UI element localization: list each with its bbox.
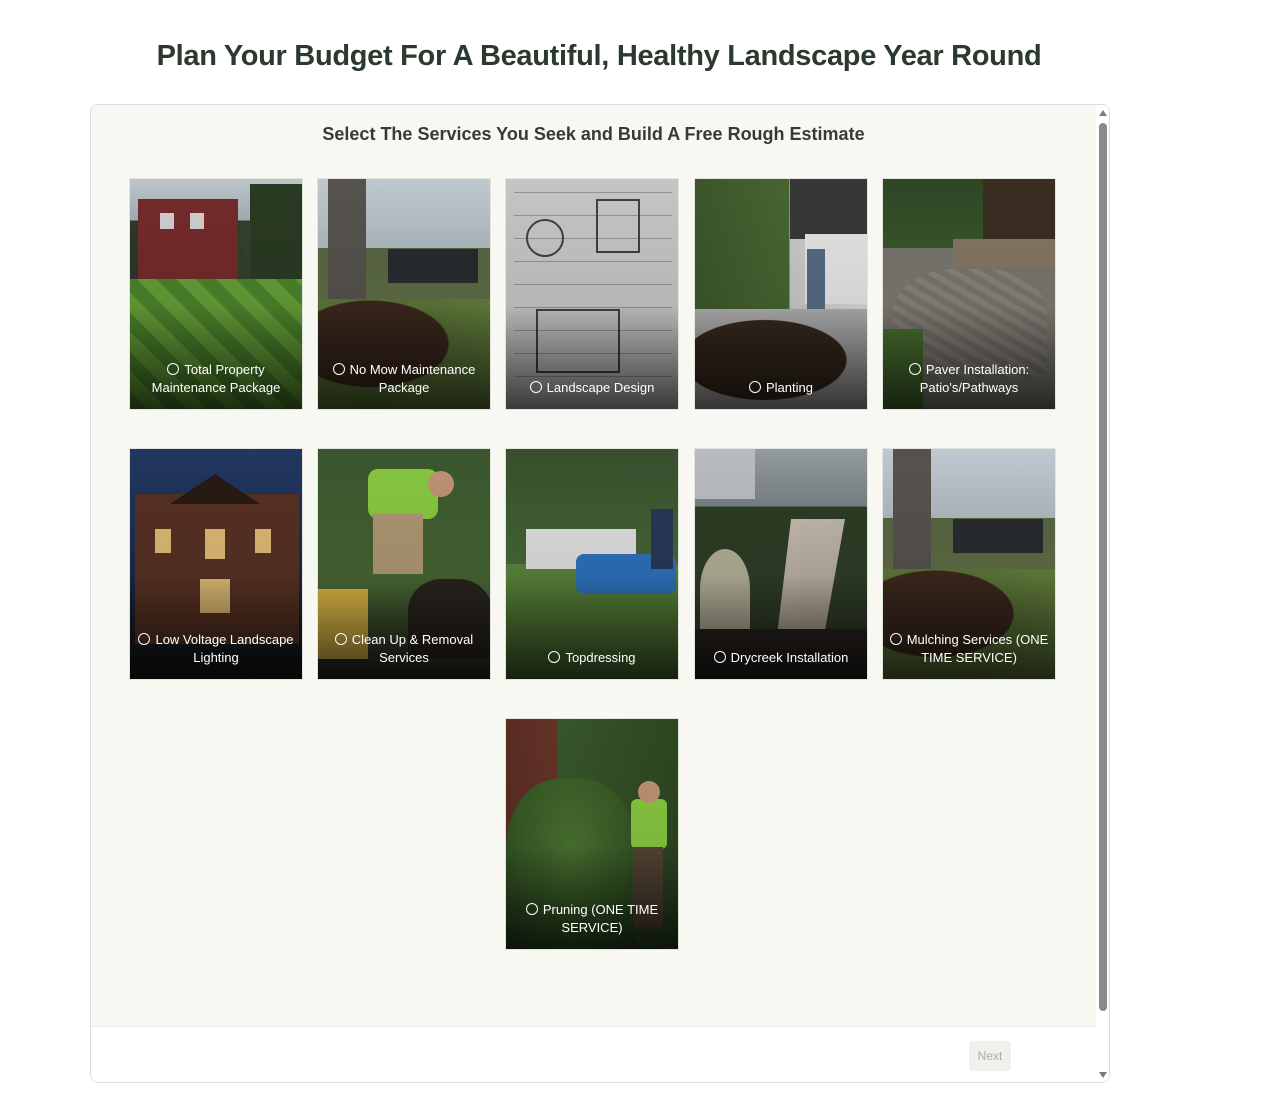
- radio-icon[interactable]: [334, 633, 347, 645]
- card-label: Landscape Design: [546, 380, 655, 395]
- scroll-down-arrow-icon[interactable]: [1099, 1072, 1107, 1078]
- card-label: Planting: [766, 380, 813, 395]
- scroll-up-arrow-icon[interactable]: [1099, 110, 1107, 116]
- card-overlay: [506, 449, 678, 679]
- radio-icon[interactable]: [138, 633, 151, 645]
- card-overlay: [695, 449, 867, 679]
- radio-icon[interactable]: [548, 651, 561, 663]
- card-label: No Mow Maintenance Package: [349, 362, 476, 395]
- card-label: Mulching Services (ONE TIME SERVICE): [906, 632, 1049, 665]
- radio-icon[interactable]: [167, 363, 180, 375]
- form-heading: Select The Services You Seek and Build A…: [322, 124, 865, 144]
- service-card-total-property[interactable]: Total Property Maintenance Package: [129, 178, 303, 410]
- service-card-paver[interactable]: Paver Installation: Patio's/Pathways: [882, 178, 1056, 410]
- service-card-landscape-design[interactable]: Landscape Design: [505, 178, 679, 410]
- radio-icon[interactable]: [332, 363, 345, 375]
- radio-icon[interactable]: [529, 381, 542, 393]
- scrollbar-thumb[interactable]: [1099, 123, 1107, 1011]
- card-label: Clean Up & Removal Services: [351, 632, 474, 665]
- card-label: Pruning (ONE TIME SERVICE): [542, 902, 659, 935]
- service-card-topdressing[interactable]: Topdressing: [505, 448, 679, 680]
- card-label: Paver Installation: Patio's/Pathways: [919, 362, 1030, 395]
- radio-icon[interactable]: [908, 363, 921, 375]
- service-card-mulching[interactable]: Mulching Services (ONE TIME SERVICE): [882, 448, 1056, 680]
- page-title: Plan Your Budget For A Beautiful, Health…: [156, 40, 1042, 72]
- radio-icon[interactable]: [713, 651, 726, 663]
- card-label: Drycreek Installation: [730, 650, 849, 665]
- card-label: Low Voltage Landscape Lighting: [155, 632, 294, 665]
- radio-icon[interactable]: [749, 381, 761, 393]
- scrollbar[interactable]: [1096, 105, 1109, 1082]
- form-footer: Next: [91, 1026, 1096, 1082]
- service-card-no-mow[interactable]: No Mow Maintenance Package: [317, 178, 491, 410]
- service-card-planting[interactable]: Planting: [694, 178, 868, 410]
- card-overlay: [695, 179, 867, 409]
- next-button[interactable]: Next: [969, 1041, 1011, 1071]
- service-card-cleanup[interactable]: Clean Up & Removal Services: [317, 448, 491, 680]
- card-label: Topdressing: [565, 650, 636, 665]
- estimate-form-frame: Select The Services You Seek and Build A…: [90, 104, 1110, 1083]
- form-content: Select The Services You Seek and Build A…: [91, 105, 1096, 1026]
- radio-icon[interactable]: [525, 903, 538, 915]
- service-card-pruning[interactable]: Pruning (ONE TIME SERVICE): [505, 718, 679, 950]
- radio-icon[interactable]: [889, 633, 902, 645]
- service-card-drycreek[interactable]: Drycreek Installation: [694, 448, 868, 680]
- card-overlay: [506, 179, 678, 409]
- service-card-lighting[interactable]: Low Voltage Landscape Lighting: [129, 448, 303, 680]
